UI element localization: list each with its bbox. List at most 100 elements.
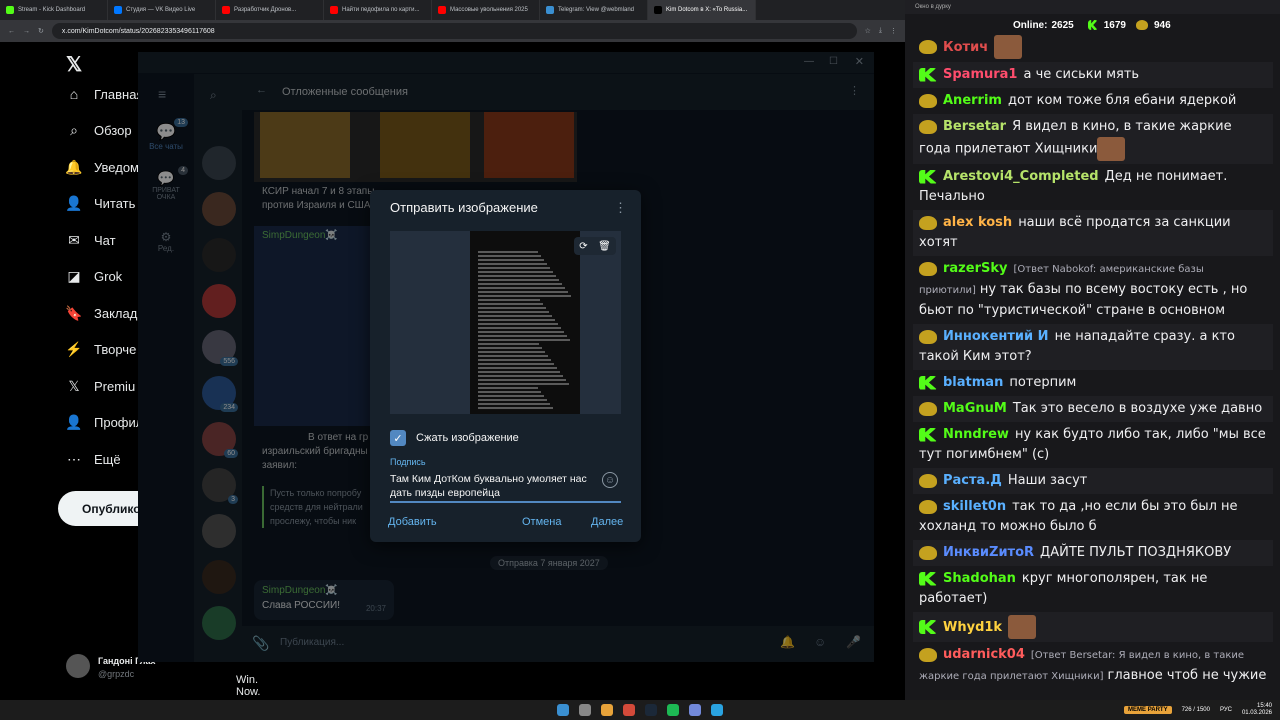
language-indicator[interactable]: РУС: [1220, 707, 1232, 713]
reload-icon[interactable]: ↻: [38, 27, 44, 35]
browser-tab[interactable]: Студия — VK Видео Live: [108, 0, 216, 20]
document-text-line: [478, 267, 550, 269]
chat-text: потерпим: [1009, 375, 1077, 390]
chat-username[interactable]: Bersetar: [943, 119, 1006, 134]
chat-username[interactable]: alex kosh: [943, 215, 1012, 230]
document-text-line: [478, 391, 541, 393]
x-nav-item[interactable]: ⌂ Главная: [66, 86, 144, 102]
chat-username[interactable]: Arestovi4_Completed: [943, 169, 1099, 184]
browser-tab[interactable]: Kim Dotcom в X: «To Russia...: [648, 0, 756, 20]
chat-username[interactable]: skillet0n: [943, 499, 1006, 514]
kick-badge-icon: [919, 169, 937, 184]
chat-username[interactable]: MaGnuM: [943, 401, 1007, 416]
cancel-button[interactable]: Отмена: [522, 516, 561, 528]
spotify-icon[interactable]: [667, 704, 679, 716]
replace-icon[interactable]: ⟳: [579, 241, 587, 252]
delete-icon[interactable]: 🗑: [598, 241, 611, 252]
browser-tab[interactable]: Telegram: View @webmland: [540, 0, 648, 20]
x-nav-label: Профил: [94, 415, 144, 430]
next-button[interactable]: Далее: [591, 516, 623, 528]
star-icon[interactable]: ☆: [865, 27, 871, 35]
clock-date[interactable]: 01.03.2026: [1242, 710, 1272, 716]
x-nav-item[interactable]: ⋯ Ещё: [66, 451, 121, 467]
tab-label: Студия — VK Видео Live: [126, 7, 196, 13]
pepe-badge-icon: [919, 119, 937, 134]
chat-username[interactable]: Котич: [943, 40, 988, 55]
chat-username[interactable]: Раста.Д: [943, 473, 1002, 488]
chat-username[interactable]: ИнквиZитоR: [943, 545, 1034, 560]
compress-label: Сжать изображение: [416, 432, 519, 444]
chat-username[interactable]: razerSky: [943, 261, 1007, 276]
chat-message: udarnick04 [Ответ Bersetar: Я видел в кин…: [913, 642, 1273, 690]
x-nav-item[interactable]: 🔖 Заклад: [65, 305, 138, 321]
chrome-icon[interactable]: [623, 704, 635, 716]
document-text-line: [478, 271, 553, 273]
person-add-icon: 👤: [65, 195, 83, 211]
document-text-line: [478, 403, 550, 405]
pepe-badge-icon: [919, 545, 937, 560]
chat-message: Shadohan круг многополярен, так не работа…: [913, 566, 1273, 612]
chat-username[interactable]: Anerrim: [943, 93, 1002, 108]
compress-toggle[interactable]: ✓ Сжать изображение: [390, 430, 519, 446]
avatar[interactable]: [66, 654, 90, 678]
dialog-menu-icon[interactable]: ⋮: [614, 200, 627, 216]
browser-tab[interactable]: Stream - Kick Dashboard: [0, 0, 108, 20]
x-nav-item[interactable]: 👤 Профил: [65, 414, 144, 431]
x-nav-label: Заклад: [94, 305, 138, 321]
checkbox-checked-icon[interactable]: ✓: [390, 430, 406, 446]
clock-time[interactable]: 15:40: [1257, 703, 1272, 709]
pepe-badge-icon: [919, 401, 937, 416]
document-text-line: [478, 287, 565, 289]
search-icon: ⌕: [70, 122, 78, 138]
browser-tab[interactable]: Найти педофила по карти...: [324, 0, 432, 20]
taskbar-search-icon[interactable]: [579, 704, 591, 716]
browser-tab[interactable]: Разработчик Дронов...: [216, 0, 324, 20]
chat-message: blatman потерпим: [913, 370, 1273, 396]
chat-username[interactable]: Whyd1k: [943, 620, 1002, 635]
menu-icon[interactable]: ⋮: [890, 27, 897, 35]
discord-icon[interactable]: [689, 704, 701, 716]
x-nav-item[interactable]: 𝕏 Premiu: [66, 378, 135, 394]
x-nav-label: Творче: [94, 342, 137, 357]
chat-text: Так это весело в воздухе уже давно: [1012, 401, 1263, 416]
chat-username[interactable]: Иннокентий И: [943, 329, 1049, 344]
tab-favicon-icon: [6, 6, 14, 14]
browser-tab[interactable]: Массовые увольнения 2025: [432, 0, 540, 20]
file-explorer-icon[interactable]: [601, 704, 613, 716]
x-nav-label: Читать: [94, 196, 136, 211]
telegram-icon[interactable]: [711, 704, 723, 716]
x-nav-item[interactable]: ◪ Grok: [66, 268, 122, 285]
url-field[interactable]: x.com/KimDotcom/status/20268233534961176…: [51, 23, 857, 39]
emoji-icon[interactable]: ☺: [602, 472, 618, 488]
x-nav-item[interactable]: ✉ Чат: [66, 232, 116, 248]
chat-username[interactable]: udarnick04: [943, 647, 1025, 662]
x-nav-label: Чат: [94, 232, 116, 248]
chat-username[interactable]: Spamura1: [943, 67, 1017, 82]
back-icon[interactable]: ←: [8, 28, 15, 35]
x-nav-item[interactable]: ⚡ Творче: [65, 341, 137, 358]
kick-badge-icon: [919, 620, 937, 634]
document-text-line: [478, 303, 543, 305]
add-button[interactable]: Добавить: [388, 516, 437, 528]
chat-message: Spamura1 а че сиськи мять: [913, 62, 1273, 88]
document-text-line: [478, 295, 571, 297]
system-tray: MEME PARTY 726 / 1500 РУС 15:40 01.03.20…: [1124, 703, 1272, 717]
chat-username[interactable]: blatman: [943, 375, 1003, 390]
stream-chat-messages: Котич Spamura1 а че сиськи мять Anerrim дот …: [913, 32, 1273, 692]
x-nav-item[interactable]: ⌕ Обзор: [66, 122, 132, 139]
forward-icon[interactable]: →: [23, 28, 30, 35]
chat-username[interactable]: Shadohan: [943, 571, 1016, 586]
document-text-line: [478, 279, 559, 281]
x-nav-item[interactable]: 🔔 Уведом: [65, 159, 139, 175]
x-nav-item[interactable]: 👤 Читать: [65, 195, 136, 212]
x-logo-icon[interactable]: 𝕏: [66, 52, 82, 77]
url-text: x.com/KimDotcom/status/20268233534961176…: [61, 27, 215, 35]
document-text-line: [478, 363, 554, 365]
steam-icon[interactable]: [645, 704, 657, 716]
document-text-line: [478, 359, 551, 361]
chat-username[interactable]: Nnndrew: [943, 427, 1009, 442]
x-nav-label: Обзор: [94, 123, 132, 138]
caption-input[interactable]: Там Ким ДотКом буквально умоляет нас дат…: [390, 472, 600, 500]
download-icon[interactable]: ⤓: [879, 27, 882, 35]
windows-start-icon[interactable]: [557, 704, 569, 716]
